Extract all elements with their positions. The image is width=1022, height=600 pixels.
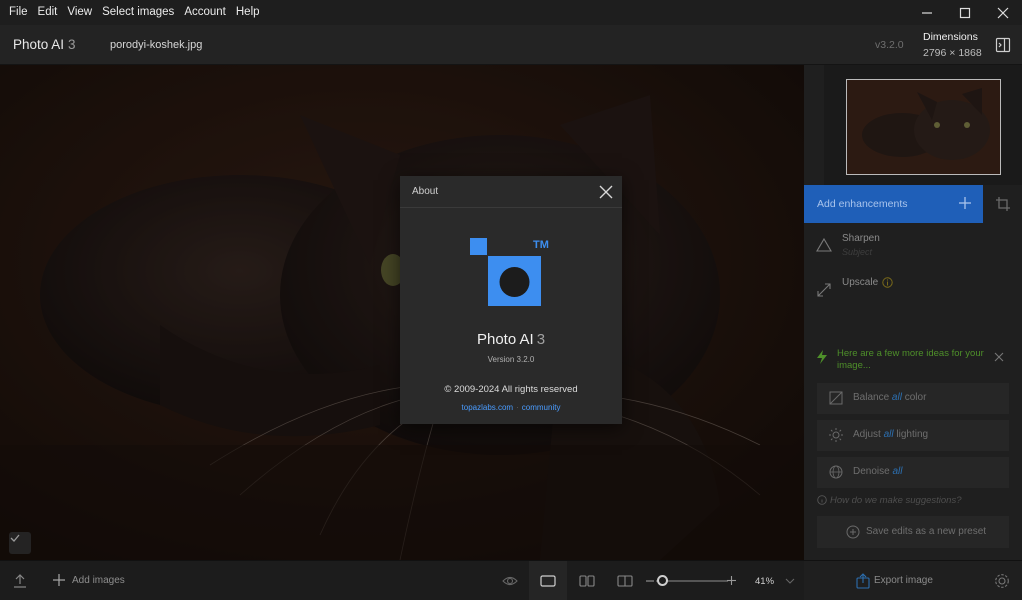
idea-label: Denoise all bbox=[853, 466, 903, 477]
settings-icon[interactable] bbox=[994, 573, 1010, 589]
ideas-title: Here are a few more ideas for your image… bbox=[837, 348, 984, 371]
app-version-major: 3 bbox=[68, 37, 76, 52]
expand-arrow-icon bbox=[817, 283, 831, 297]
minimize-icon bbox=[922, 11, 932, 14]
link-separator: · bbox=[516, 403, 519, 412]
plus-icon[interactable] bbox=[52, 573, 68, 589]
dialog-close-icon[interactable] bbox=[598, 184, 614, 200]
menu-select-images[interactable]: Select images bbox=[97, 0, 179, 25]
topaz-logo: TM bbox=[470, 238, 549, 306]
enhancement-name: Upscale bbox=[842, 277, 879, 288]
dialog-links: topazlabs.com · community bbox=[400, 403, 622, 412]
dialog-version: Version 3.2.0 bbox=[487, 355, 535, 364]
version-label: v3.2.0 bbox=[875, 39, 904, 51]
export-icon bbox=[856, 573, 870, 589]
lightning-icon bbox=[817, 350, 827, 364]
topazlabs-link[interactable]: topazlabs.com bbox=[462, 403, 514, 412]
minimize-button[interactable] bbox=[908, 0, 946, 25]
maximize-button[interactable] bbox=[946, 0, 984, 25]
dialog-app-version: 3 bbox=[536, 331, 546, 348]
dimensions-label: Dimensions bbox=[923, 31, 978, 43]
single-view-icon bbox=[540, 575, 556, 587]
close-icon bbox=[997, 7, 1009, 18]
menu-view[interactable]: View bbox=[62, 0, 97, 25]
checkmark-icon bbox=[10, 534, 20, 542]
eye-icon[interactable] bbox=[502, 573, 518, 589]
panel-toggle-button[interactable] bbox=[983, 25, 1022, 65]
denoise-icon bbox=[829, 465, 843, 479]
balance-icon bbox=[829, 391, 843, 405]
add-enhancements-label: Add enhancements bbox=[817, 198, 908, 210]
idea-label: Adjust all lighting bbox=[853, 429, 929, 440]
menu-bar: File Edit View Select images Account Hel… bbox=[0, 0, 1022, 25]
single-view-button[interactable] bbox=[529, 561, 567, 600]
right-panel: Add enhancements Sharpen Subject Upscale bbox=[804, 65, 1022, 560]
thumbnail-image bbox=[847, 80, 1000, 174]
about-dialog: About TM Photo AI 3 Version 3.2.0 © 2009-… bbox=[400, 176, 622, 424]
side-by-side-icon bbox=[579, 575, 595, 587]
compare-check-button[interactable] bbox=[9, 532, 31, 554]
add-images-button[interactable]: Add images bbox=[72, 575, 125, 586]
menu-edit[interactable]: Edit bbox=[33, 0, 63, 25]
menu-account[interactable]: Account bbox=[179, 0, 231, 25]
info-icon bbox=[817, 495, 827, 505]
maximize-icon bbox=[959, 7, 971, 18]
dialog-app-name: Photo AI 3 bbox=[400, 331, 622, 348]
dialog-header: About bbox=[400, 176, 622, 208]
enhancement-sharpen[interactable]: Sharpen Subject bbox=[804, 227, 1022, 267]
zoom-in-icon[interactable] bbox=[727, 576, 743, 592]
export-label: Export image bbox=[874, 575, 933, 586]
trademark: TM bbox=[533, 239, 549, 251]
dimensions-value: 2796 × 1868 bbox=[923, 47, 982, 59]
side-by-side-button[interactable] bbox=[568, 561, 606, 600]
crop-icon bbox=[995, 197, 1010, 211]
app-title: Photo AI 3 bbox=[13, 37, 76, 52]
plus-icon bbox=[959, 197, 971, 209]
split-view-button[interactable] bbox=[606, 561, 644, 600]
dialog-app-label: Photo AI bbox=[476, 331, 534, 348]
split-view-icon bbox=[617, 575, 633, 587]
close-window-button[interactable] bbox=[984, 0, 1022, 25]
dialog-title: About bbox=[412, 186, 439, 197]
how-suggestions-text: How do we make suggestions? bbox=[830, 495, 962, 506]
app-name: Photo AI bbox=[13, 37, 65, 52]
how-suggestions-link[interactable]: How do we make suggestions? bbox=[817, 495, 962, 506]
sidebar-toggle-icon bbox=[995, 37, 1010, 53]
sun-icon bbox=[829, 428, 843, 442]
export-button[interactable]: Export image bbox=[804, 561, 1022, 600]
crop-button[interactable] bbox=[983, 185, 1022, 223]
chevron-down-icon[interactable] bbox=[785, 577, 801, 593]
title-bar: Photo AI 3 porodyi-koshek.jpg v3.2.0 Dime… bbox=[0, 25, 1022, 65]
bottom-toolbar: Add images 41% Export image bbox=[0, 560, 1022, 600]
triangle-icon bbox=[816, 237, 832, 252]
dialog-copyright: © 2009-2024 All rights reserved bbox=[444, 384, 578, 395]
window-controls bbox=[908, 0, 1022, 25]
plus-circle-icon bbox=[846, 525, 860, 539]
enhancement-subtitle: Subject bbox=[842, 247, 873, 257]
upload-icon[interactable] bbox=[12, 573, 28, 589]
idea-denoise[interactable]: Denoise all bbox=[817, 457, 1009, 488]
close-ideas-icon[interactable] bbox=[994, 352, 1004, 362]
zoom-level[interactable]: 41% bbox=[755, 576, 774, 587]
idea-balance-color[interactable]: Balance all color bbox=[817, 383, 1009, 414]
idea-adjust-lighting[interactable]: Adjust all lighting bbox=[817, 420, 1009, 451]
navigator bbox=[824, 65, 1022, 185]
add-enhancements-button[interactable]: Add enhancements bbox=[804, 185, 983, 223]
enhancement-upscale[interactable]: Upscale bbox=[804, 272, 1022, 312]
menu-file[interactable]: File bbox=[4, 0, 33, 25]
navigator-thumbnail[interactable] bbox=[846, 79, 1001, 175]
enhancement-name: Sharpen bbox=[842, 233, 880, 244]
file-name: porodyi-koshek.jpg bbox=[110, 39, 203, 51]
save-preset-button[interactable]: Save edits as a new preset bbox=[817, 516, 1009, 548]
menu-help[interactable]: Help bbox=[231, 0, 265, 25]
info-icon[interactable] bbox=[882, 277, 893, 288]
zoom-slider-handle[interactable] bbox=[657, 575, 668, 586]
save-preset-label: Save edits as a new preset bbox=[866, 526, 987, 537]
community-link[interactable]: community bbox=[522, 403, 561, 412]
idea-label: Balance all color bbox=[853, 392, 927, 403]
